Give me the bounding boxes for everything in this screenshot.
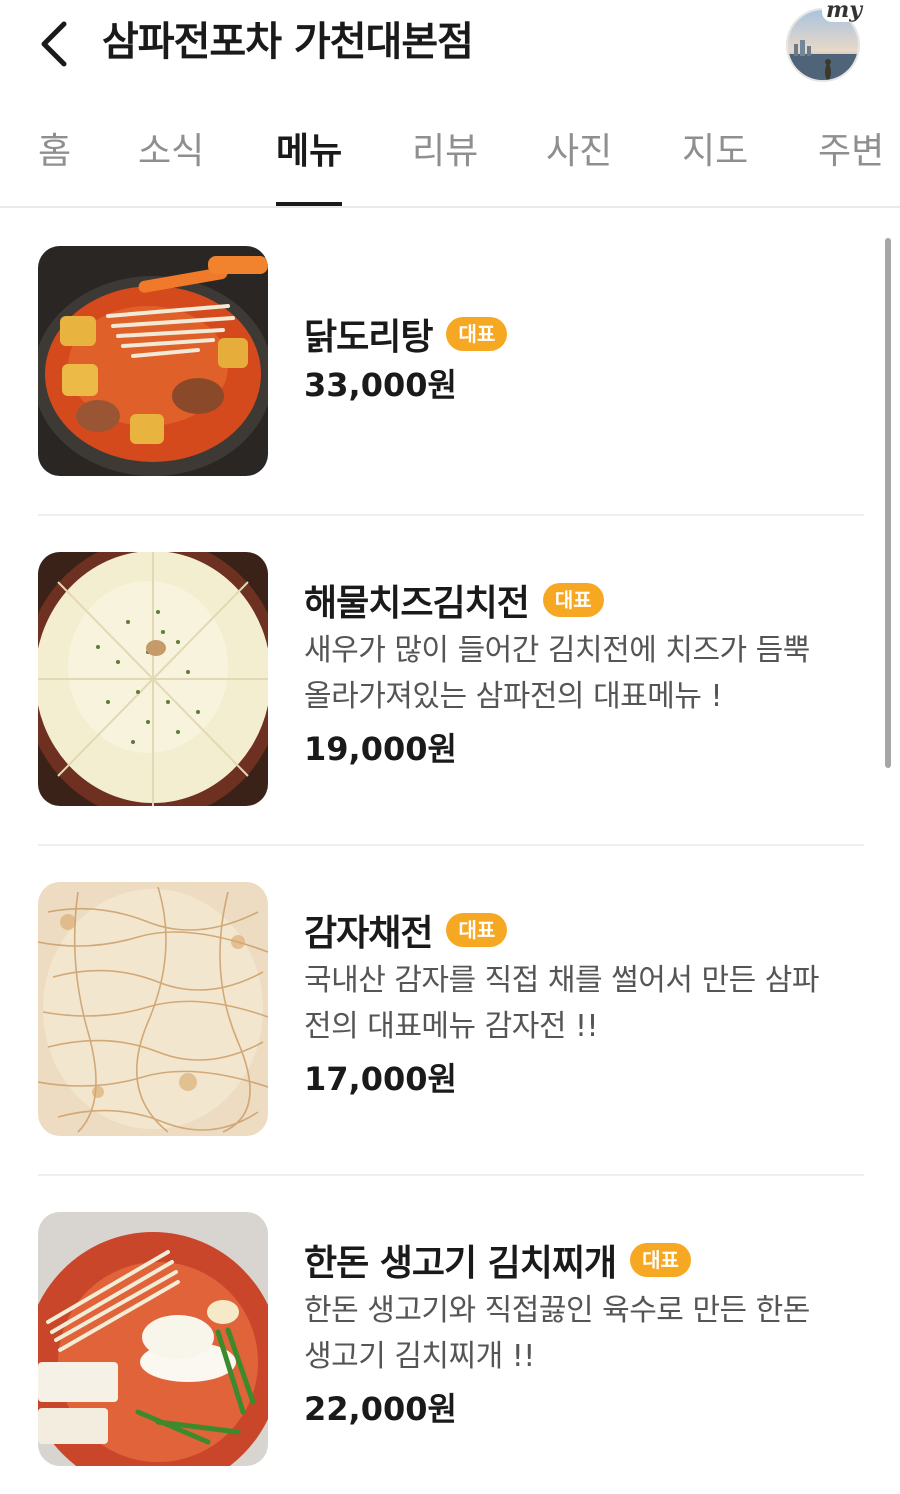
menu-description-line: 국내산 감자를 직접 채를 썰어서 만든 삼파: [304, 963, 819, 998]
menu-info: 한돈 생고기 김치찌개 대표 한돈 생고기와 직접끓인 육수로 만든 한돈 생고…: [304, 1234, 864, 1432]
menu-photo-potato-jeon: [38, 882, 268, 1136]
menu-description-line: 새우가 많이 들어간 김치전에 치즈가 듬뿍: [304, 633, 810, 668]
menu-item[interactable]: 닭도리탕 대표 33,000원: [0, 246, 900, 476]
menu-photo-kimchi-jjigae: [38, 1212, 268, 1466]
menu-description: 국내산 감자를 직접 채를 썰어서 만든 삼파 전의 대표메뉴 감자전 !!: [304, 958, 864, 1050]
divider: [38, 514, 864, 516]
menu-price: 33,000원: [304, 366, 457, 404]
tab-map[interactable]: 지도: [682, 124, 748, 188]
divider: [38, 844, 864, 846]
menu-item[interactable]: 감자채전 대표 국내산 감자를 직접 채를 썰어서 만든 삼파 전의 대표메뉴 …: [0, 882, 900, 1136]
tab-bar: 홈 소식 메뉴 리뷰 사진 지도 주변: [0, 100, 900, 208]
menu-price: 17,000원: [304, 1060, 457, 1098]
signature-badge: 대표: [630, 1243, 691, 1277]
tab-home[interactable]: 홈: [38, 124, 71, 188]
menu-price: 19,000원: [304, 730, 457, 768]
menu-item[interactable]: 한돈 생고기 김치찌개 대표 한돈 생고기와 직접끓인 육수로 만든 한돈 생고…: [0, 1212, 900, 1466]
page-title: 삼파전포차 가천대본점: [102, 19, 474, 65]
menu-description-line: 올라가져있는 삼파전의 대표메뉴 !: [304, 679, 723, 714]
menu-price: 22,000원: [304, 1390, 457, 1428]
tab-review[interactable]: 리뷰: [412, 124, 478, 188]
menu-description-line: 전의 대표메뉴 감자전 !!: [304, 1009, 599, 1044]
tab-nearby[interactable]: 주변: [818, 124, 884, 188]
menu-info: 해물치즈김치전 대표 새우가 많이 들어간 김치전에 치즈가 듬뿍 올라가져있는…: [304, 574, 864, 772]
menu-name: 감자채전: [304, 913, 433, 954]
tab-news[interactable]: 소식: [138, 124, 204, 188]
tab-photo[interactable]: 사진: [546, 124, 612, 188]
menu-photo-dakdoritang: [38, 246, 268, 476]
menu-description-line: 생고기 김치찌개 !!: [304, 1339, 535, 1374]
signature-badge: 대표: [446, 317, 508, 351]
signature-badge: 대표: [542, 583, 604, 617]
tab-menu[interactable]: 메뉴: [276, 124, 342, 188]
menu-description: 새우가 많이 들어간 김치전에 치즈가 듬뿍 올라가져있는 삼파전의 대표메뉴 …: [304, 628, 864, 720]
signature-badge: 대표: [446, 913, 508, 947]
menu-name: 해물치즈김치전: [304, 583, 530, 624]
menu-name: 한돈 생고기 김치찌개: [304, 1243, 617, 1284]
scrollbar[interactable]: [885, 238, 891, 768]
menu-description: 한돈 생고기와 직접끓인 육수로 만든 한돈 생고기 김치찌개 !!: [304, 1288, 864, 1380]
chevron-left-icon: [41, 21, 67, 67]
menu-info: 감자채전 대표 국내산 감자를 직접 채를 썰어서 만든 삼파 전의 대표메뉴 …: [304, 904, 864, 1102]
header: 삼파전포차 가천대본점 my: [0, 0, 900, 96]
menu-description-line: 한돈 생고기와 직접끓인 육수로 만든 한돈: [304, 1293, 810, 1328]
menu-info: 닭도리탕 대표 33,000원: [304, 308, 864, 408]
my-profile-button[interactable]: my: [784, 0, 866, 82]
active-tab-indicator: [276, 202, 342, 206]
divider: [38, 1174, 864, 1176]
menu-photo-cheese-kimchi-jeon: [38, 552, 268, 806]
my-label: my: [821, 0, 866, 22]
menu-name: 닭도리탕: [304, 317, 433, 358]
back-button[interactable]: [28, 18, 80, 70]
menu-item[interactable]: 해물치즈김치전 대표 새우가 많이 들어간 김치전에 치즈가 듬뿍 올라가져있는…: [0, 552, 900, 806]
